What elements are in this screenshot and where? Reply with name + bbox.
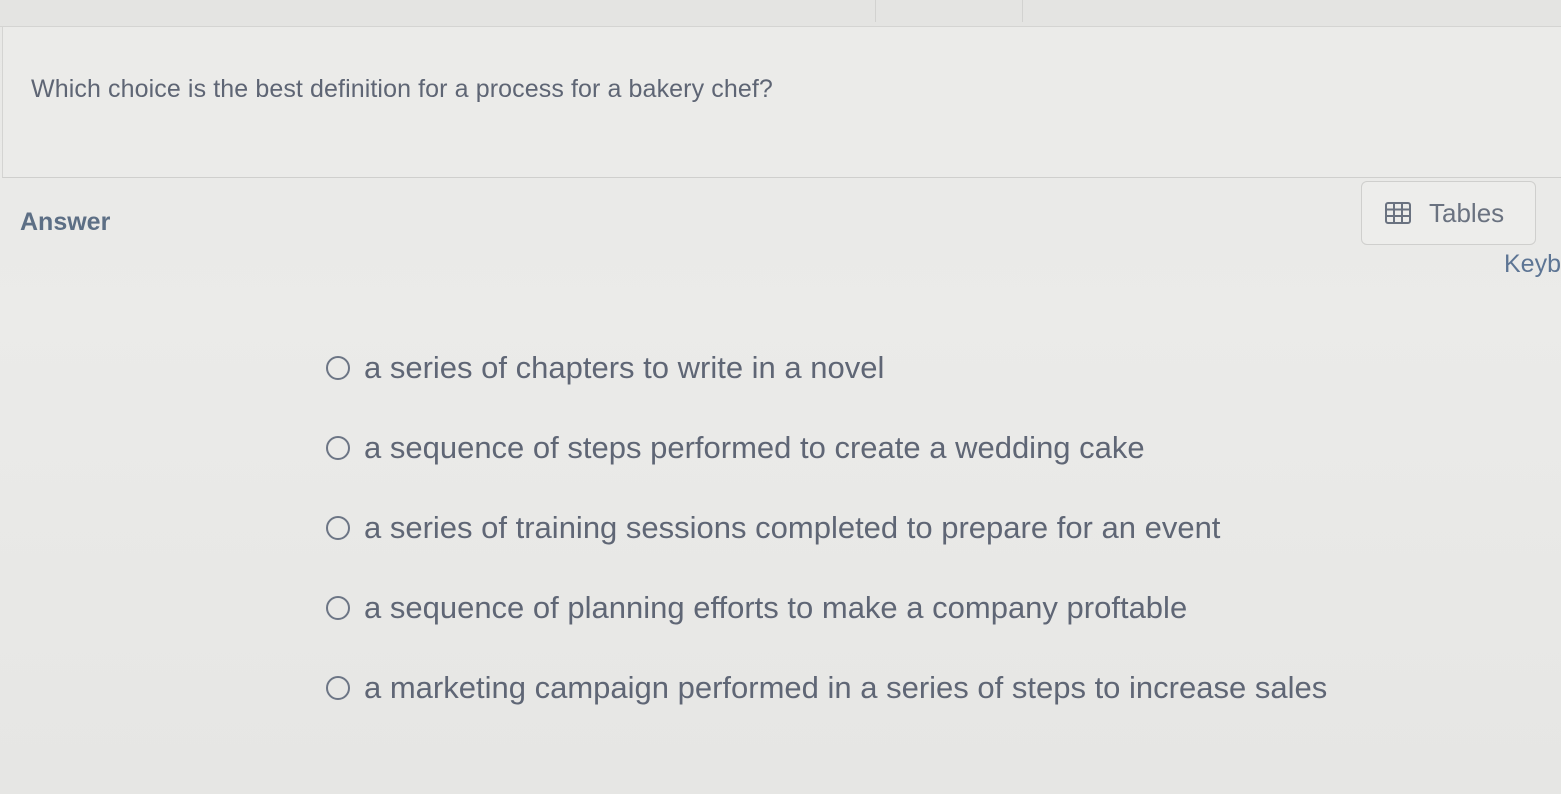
question-panel: Which choice is the best definition for … [2,27,1561,178]
radio-button[interactable] [326,676,350,700]
answer-label: Answer [20,208,111,236]
answer-option[interactable]: a sequence of steps performed to create … [326,428,1327,468]
radio-button[interactable] [326,516,350,540]
tables-button[interactable]: Tables [1361,181,1536,245]
answer-option-label: a marketing campaign performed in a seri… [364,670,1328,705]
answer-option[interactable]: a sequence of planning efforts to make a… [326,588,1327,628]
radio-button[interactable] [326,356,350,380]
question-text: Which choice is the best definition for … [31,75,773,103]
answer-option-label: a series of chapters to write in a novel [364,350,885,385]
answer-option[interactable]: a marketing campaign performed in a seri… [326,668,1327,708]
toolbar-divider [1022,0,1023,22]
quiz-page: Which choice is the best definition for … [0,0,1561,794]
answer-options: a series of chapters to write in a novel… [326,348,1327,748]
answer-option-label: a series of training sessions completed … [364,510,1221,545]
top-toolbar-strip [0,0,1561,27]
toolbar-divider [875,0,876,22]
answer-option-label: a sequence of planning efforts to make a… [364,590,1188,625]
answer-option-label: a sequence of steps performed to create … [364,430,1145,465]
tables-button-label: Tables [1429,197,1505,228]
table-grid-icon [1384,201,1412,225]
radio-button[interactable] [326,596,350,620]
radio-button[interactable] [326,436,350,460]
answer-option[interactable]: a series of training sessions completed … [326,508,1327,548]
keyboard-link[interactable]: Keyb [1504,250,1561,279]
answer-option[interactable]: a series of chapters to write in a novel [326,348,1327,388]
